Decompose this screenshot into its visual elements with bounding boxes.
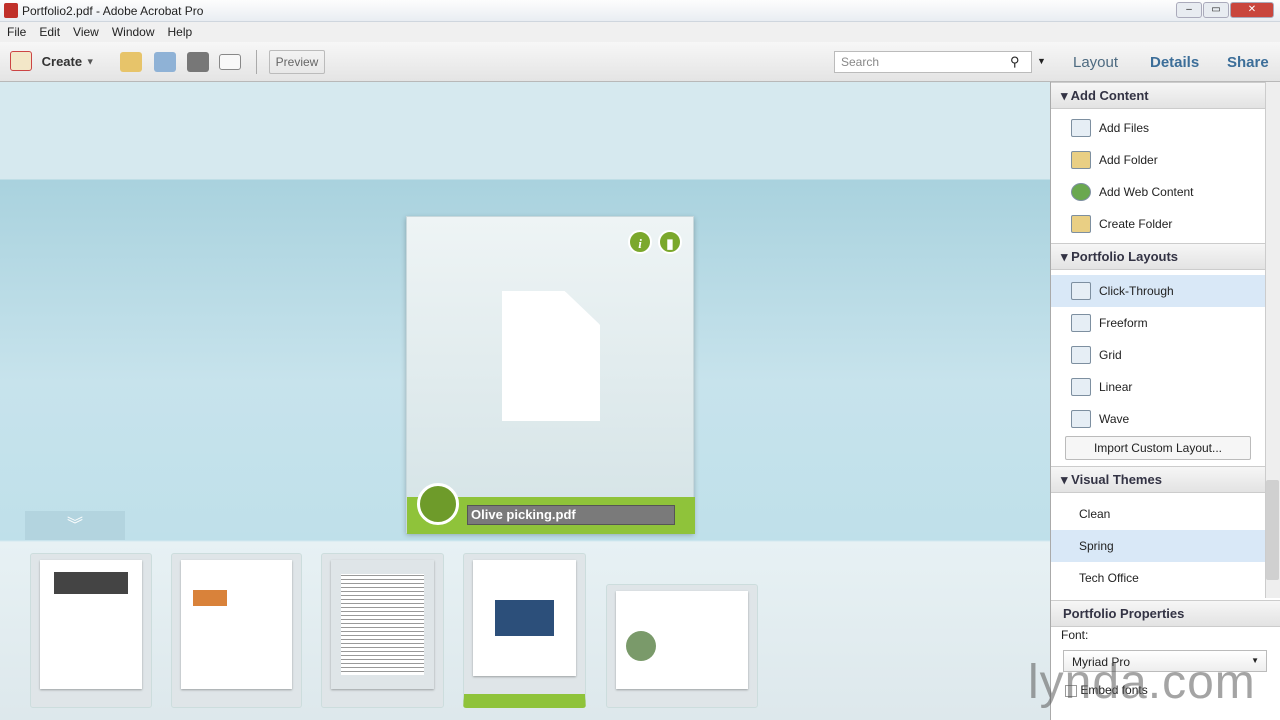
item-label: Spring: [1079, 539, 1114, 553]
create-label: Create: [41, 53, 83, 69]
item-label: Create Folder: [1099, 217, 1173, 231]
item-label: Freeform: [1099, 316, 1148, 330]
theme-clean[interactable]: Clean: [1051, 498, 1266, 530]
tab-share[interactable]: Share: [1227, 54, 1269, 71]
create-button[interactable]: Create ▼: [10, 51, 95, 73]
add-folder-item[interactable]: Add Folder: [1051, 144, 1266, 176]
scrollbar-thumb[interactable]: [1266, 480, 1279, 580]
chevron-down-icon: ▼: [85, 56, 95, 67]
thumbnail-2[interactable]: [171, 553, 302, 708]
menu-window[interactable]: Window: [105, 22, 161, 39]
layout-freeform[interactable]: Freeform: [1051, 307, 1266, 339]
section-title: Visual Themes: [1071, 472, 1162, 487]
thumbnail-3[interactable]: [321, 553, 444, 708]
item-label: Tech Office: [1079, 571, 1139, 585]
thumbnail-1[interactable]: [30, 553, 152, 708]
item-label: Add Folder: [1099, 153, 1158, 167]
save-icon[interactable]: [154, 52, 176, 72]
theme-tech-office[interactable]: Tech Office: [1051, 562, 1266, 594]
create-icon: [10, 51, 32, 71]
file-card[interactable]: i ▮ Olive picking.pdf: [406, 216, 695, 534]
layout-linear[interactable]: Linear: [1051, 371, 1266, 403]
item-label: Clean: [1079, 507, 1111, 521]
item-label: Add Web Content: [1099, 185, 1194, 199]
thumbnail-5[interactable]: [606, 584, 758, 708]
item-label: Wave: [1099, 412, 1130, 426]
item-label: Add Files: [1099, 121, 1150, 135]
open-folder-icon[interactable]: [120, 52, 142, 72]
freeform-icon: [1071, 314, 1091, 332]
menu-view[interactable]: View: [66, 22, 105, 39]
create-folder-item[interactable]: Create Folder: [1051, 208, 1266, 240]
preview-button[interactable]: Preview: [269, 50, 325, 74]
section-visual-themes[interactable]: ▾ Visual Themes: [1051, 466, 1266, 493]
print-icon[interactable]: [187, 52, 209, 72]
layout-grid[interactable]: Grid: [1051, 339, 1266, 371]
info-icon[interactable]: i: [628, 230, 652, 254]
thumbnail-4[interactable]: [463, 553, 586, 708]
search-options-icon[interactable]: ▼: [1037, 56, 1046, 66]
add-folder-icon: [1071, 151, 1091, 169]
trash-icon[interactable]: ▮: [658, 230, 682, 254]
minimize-button[interactable]: –: [1176, 2, 1202, 18]
tab-layout[interactable]: Layout: [1073, 54, 1118, 71]
layout-click-through[interactable]: Click-Through: [1051, 275, 1266, 307]
toolbar: Create ▼ Preview Search ⚲ ▼ Layout Detai…: [0, 42, 1280, 82]
window-title: Portfolio2.pdf - Adobe Acrobat Pro: [22, 4, 204, 18]
search-input[interactable]: Search: [834, 51, 1032, 73]
lynda-watermark: lynda.com: [1028, 656, 1256, 709]
details-panel: ▾ Add Content Add Files Add Folder Add W…: [1050, 82, 1280, 720]
title-bar: Portfolio2.pdf - Adobe Acrobat Pro – ▭ ✕: [0, 0, 1280, 22]
add-web-content-item[interactable]: Add Web Content: [1051, 176, 1266, 208]
tab-details[interactable]: Details: [1150, 54, 1199, 71]
import-custom-layout-button[interactable]: Import Custom Layout...: [1065, 436, 1251, 460]
menu-edit[interactable]: Edit: [32, 22, 66, 39]
wave-icon: [1071, 410, 1091, 428]
acrobat-icon: [4, 3, 18, 18]
binoculars-icon[interactable]: ⚲: [1010, 54, 1020, 70]
menu-help[interactable]: Help: [161, 22, 199, 39]
font-label: Font:: [1061, 628, 1089, 642]
folder-icon: [1071, 215, 1091, 233]
item-label: Click-Through: [1099, 284, 1174, 298]
grid-icon: [1071, 346, 1091, 364]
add-files-icon: [1071, 119, 1091, 137]
collapse-thumbnails-button[interactable]: ︾: [25, 511, 125, 540]
section-title: Portfolio Layouts: [1071, 249, 1179, 264]
menu-file[interactable]: File: [0, 22, 32, 39]
pdf-badge-icon: [417, 483, 459, 525]
email-icon[interactable]: [219, 54, 241, 70]
menu-bar: File Edit View Window Help: [0, 22, 1280, 42]
section-portfolio-layouts[interactable]: ▾ Portfolio Layouts: [1051, 243, 1266, 270]
click-through-icon: [1071, 282, 1091, 300]
section-add-content[interactable]: ▾ Add Content: [1051, 82, 1266, 109]
section-title: Add Content: [1070, 88, 1149, 103]
linear-icon: [1071, 378, 1091, 396]
item-label: Grid: [1099, 348, 1122, 362]
theme-spring[interactable]: Spring: [1051, 530, 1266, 562]
close-button[interactable]: ✕: [1230, 2, 1274, 18]
filename-field[interactable]: Olive picking.pdf: [467, 505, 675, 525]
add-files-item[interactable]: Add Files: [1051, 112, 1266, 144]
section-title: Portfolio Properties: [1063, 606, 1185, 621]
globe-icon: [1071, 183, 1091, 201]
item-label: Linear: [1099, 380, 1133, 394]
toolbar-divider: [256, 50, 257, 74]
layout-wave[interactable]: Wave: [1051, 403, 1266, 435]
section-portfolio-properties[interactable]: Portfolio Properties: [1051, 600, 1280, 627]
maximize-button[interactable]: ▭: [1203, 2, 1229, 18]
document-icon: [502, 291, 600, 421]
